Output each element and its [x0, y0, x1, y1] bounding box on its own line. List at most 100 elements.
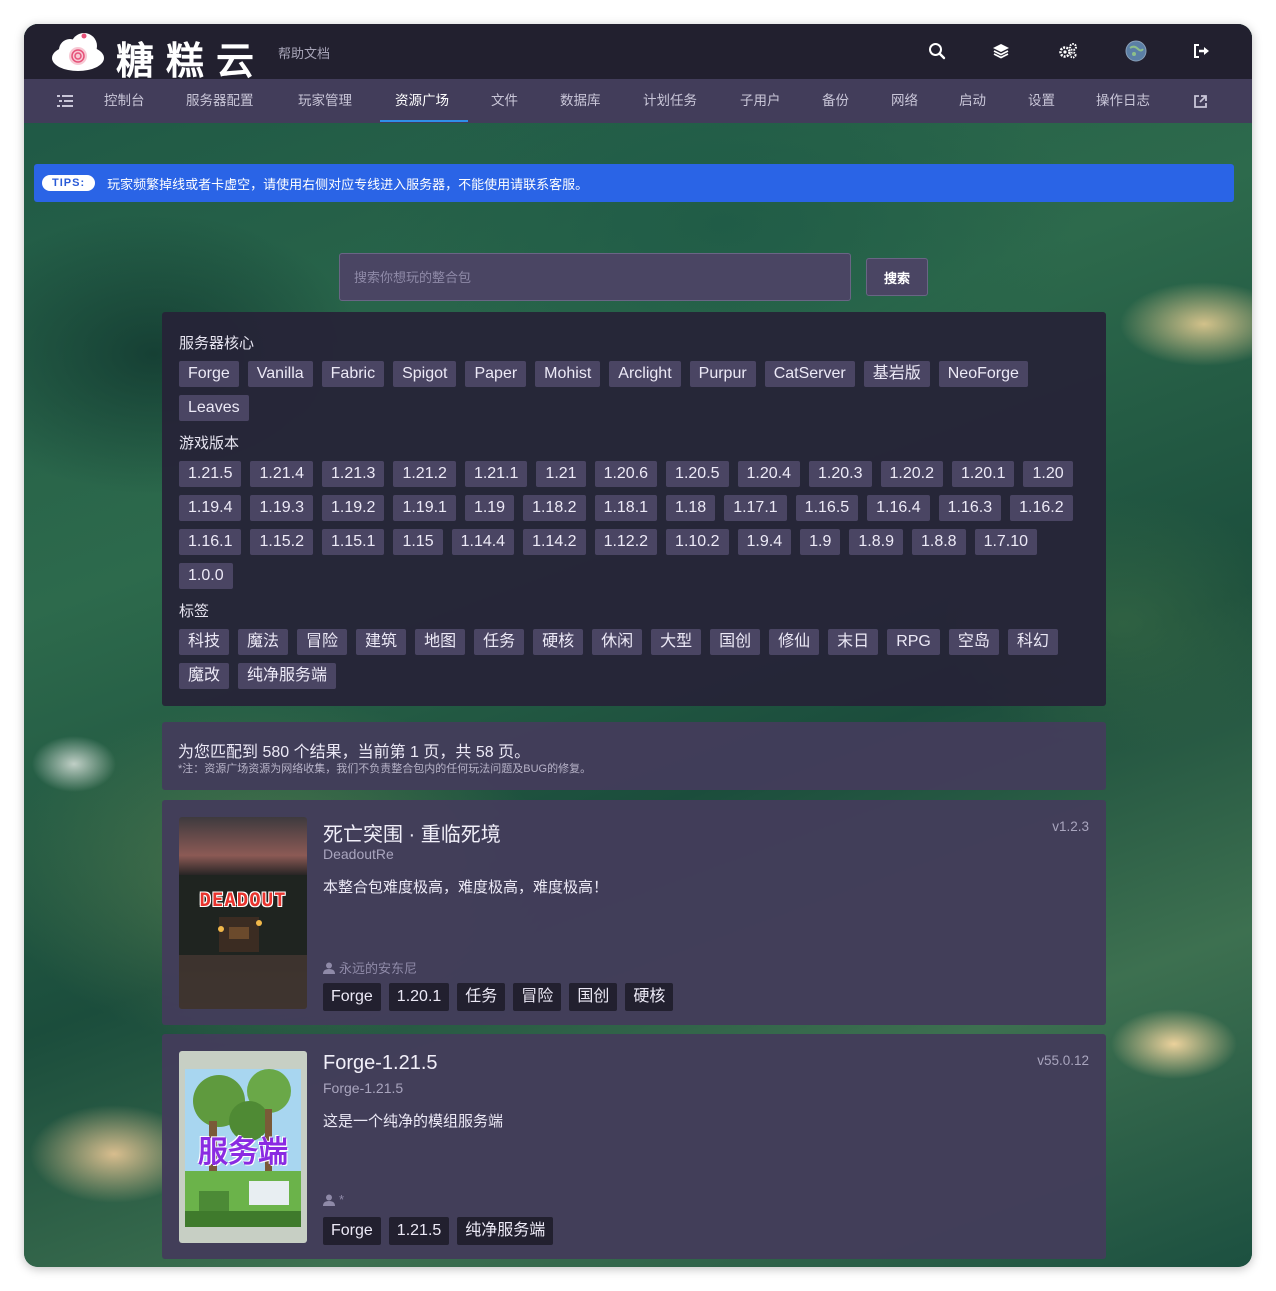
tab-operation-log[interactable]: 操作日志 — [1096, 79, 1150, 123]
tab-sub-users[interactable]: 子用户 — [740, 79, 781, 123]
modpack-tag[interactable]: 1.21.5 — [388, 1217, 450, 1245]
tag-filter-chip[interactable]: 国创 — [710, 629, 761, 655]
version-filter-chip[interactable]: 1.7.10 — [974, 529, 1038, 555]
version-filter-chip[interactable]: 1.21 — [536, 461, 586, 487]
tag-filter-chip[interactable]: 末日 — [828, 629, 879, 655]
tab-files[interactable]: 文件 — [491, 79, 518, 123]
version-filter-chip[interactable]: 1.20 — [1023, 461, 1073, 487]
modpack-tag[interactable]: 任务 — [457, 983, 506, 1011]
tag-filter-chip[interactable]: 纯净服务端 — [238, 663, 337, 689]
version-filter-chip[interactable]: 1.16.1 — [179, 529, 242, 555]
version-filter-chip[interactable]: 1.21.3 — [321, 461, 385, 487]
tag-filter-chip[interactable]: 科技 — [179, 629, 230, 655]
modpack-tag[interactable]: 冒险 — [513, 983, 562, 1011]
user-avatar[interactable] — [1125, 40, 1147, 62]
core-filter-chip[interactable]: Mohist — [535, 361, 601, 387]
version-filter-chip[interactable]: 1.18 — [666, 495, 716, 521]
version-filter-chip[interactable]: 1.19 — [464, 495, 515, 521]
tab-scheduled-tasks[interactable]: 计划任务 — [643, 79, 697, 123]
version-filter-chip[interactable]: 1.18.1 — [594, 495, 658, 521]
core-filter-chip[interactable]: Leaves — [179, 395, 249, 421]
logo-text[interactable]: 糖糕云 — [116, 30, 266, 85]
tag-filter-chip[interactable]: 魔法 — [238, 629, 289, 655]
version-filter-chip[interactable]: 1.15.1 — [321, 529, 385, 555]
tag-filter-chip[interactable]: 地图 — [415, 629, 466, 655]
version-filter-chip[interactable]: 1.21.5 — [179, 461, 242, 487]
tab-server-config[interactable]: 服务器配置 — [186, 79, 254, 123]
core-filter-chip[interactable]: 基岩版 — [863, 361, 930, 387]
menu-toggle-icon[interactable] — [57, 79, 73, 123]
modpack-thumbnail[interactable]: 服务端 — [179, 1051, 307, 1243]
version-filter-chip[interactable]: 1.8.8 — [911, 529, 966, 555]
tag-filter-chip[interactable]: 科幻 — [1007, 629, 1058, 655]
version-filter-chip[interactable]: 1.20.1 — [951, 461, 1015, 487]
tab-settings[interactable]: 设置 — [1028, 79, 1055, 123]
logout-icon[interactable] — [1191, 40, 1213, 62]
version-filter-chip[interactable]: 1.15 — [393, 529, 443, 555]
modpack-tag[interactable]: Forge — [323, 1217, 381, 1245]
version-filter-chip[interactable]: 1.19.4 — [179, 495, 242, 521]
tab-console[interactable]: 控制台 — [104, 79, 145, 123]
tag-filter-chip[interactable]: 魔改 — [179, 663, 230, 689]
tag-filter-chip[interactable]: 建筑 — [356, 629, 407, 655]
version-filter-chip[interactable]: 1.14.2 — [523, 529, 586, 555]
help-docs-link[interactable]: 帮助文档 — [278, 43, 330, 62]
core-filter-chip[interactable]: Forge — [179, 361, 239, 387]
settings-cogs-icon[interactable] — [1057, 40, 1079, 62]
version-filter-chip[interactable]: 1.20.2 — [880, 461, 943, 487]
tag-filter-chip[interactable]: 大型 — [651, 629, 702, 655]
modpack-thumbnail[interactable]: DEADOUT — [179, 817, 307, 1009]
search-icon[interactable] — [926, 40, 948, 62]
version-filter-chip[interactable]: 1.21.1 — [464, 461, 528, 487]
tab-resource-square[interactable]: 资源广场 — [395, 79, 449, 123]
version-filter-chip[interactable]: 1.16.2 — [1010, 495, 1073, 521]
version-filter-chip[interactable]: 1.19.1 — [393, 495, 456, 521]
version-filter-chip[interactable]: 1.18.2 — [523, 495, 586, 521]
tag-filter-chip[interactable]: 冒险 — [297, 629, 348, 655]
version-filter-chip[interactable]: 1.19.3 — [250, 495, 313, 521]
tab-database[interactable]: 数据库 — [560, 79, 601, 123]
version-filter-chip[interactable]: 1.8.9 — [849, 529, 903, 555]
core-filter-chip[interactable]: Purpur — [689, 361, 756, 387]
modpack-card[interactable]: DEADOUT 死亡突围 · 重临死境 DeadoutRe 本整合包难度极高，难… — [162, 800, 1106, 1025]
version-filter-chip[interactable]: 1.15.2 — [250, 529, 313, 555]
version-filter-chip[interactable]: 1.0.0 — [179, 563, 233, 589]
modpack-title[interactable]: Forge-1.21.5 — [323, 1052, 438, 1075]
modpack-tag[interactable]: 国创 — [569, 983, 618, 1011]
version-filter-chip[interactable]: 1.16.5 — [795, 495, 859, 521]
layers-icon[interactable] — [990, 40, 1012, 62]
version-filter-chip[interactable]: 1.17.1 — [724, 495, 787, 521]
modpack-card[interactable]: 服务端 Forge-1.21.5 Forge-1.21.5 这是一个纯净的模组服… — [162, 1034, 1106, 1259]
version-filter-chip[interactable]: 1.9 — [800, 529, 841, 555]
search-button[interactable]: 搜索 — [866, 258, 928, 296]
tag-filter-chip[interactable]: RPG — [887, 629, 940, 655]
core-filter-chip[interactable]: Arclight — [609, 361, 681, 387]
version-filter-chip[interactable]: 1.20.3 — [809, 461, 872, 487]
version-filter-chip[interactable]: 1.20.4 — [737, 461, 801, 487]
tag-filter-chip[interactable]: 修仙 — [769, 629, 820, 655]
version-filter-chip[interactable]: 1.14.4 — [451, 529, 515, 555]
external-link-icon[interactable] — [1193, 79, 1208, 123]
version-filter-chip[interactable]: 1.16.3 — [938, 495, 1002, 521]
tab-backup[interactable]: 备份 — [822, 79, 849, 123]
modpack-tag[interactable]: Forge — [323, 983, 381, 1011]
version-filter-chip[interactable]: 1.19.2 — [321, 495, 385, 521]
core-filter-chip[interactable]: Vanilla — [247, 361, 313, 387]
tag-filter-chip[interactable]: 空岛 — [948, 629, 999, 655]
tab-network[interactable]: 网络 — [891, 79, 918, 123]
tab-startup[interactable]: 启动 — [959, 79, 986, 123]
core-filter-chip[interactable]: CatServer — [764, 361, 855, 387]
core-filter-chip[interactable]: NeoForge — [938, 361, 1028, 387]
search-input[interactable] — [339, 253, 851, 301]
modpack-title[interactable]: 死亡突围 · 重临死境 — [323, 818, 501, 847]
tag-filter-chip[interactable]: 休闲 — [592, 629, 643, 655]
version-filter-chip[interactable]: 1.9.4 — [737, 529, 792, 555]
tag-filter-chip[interactable]: 任务 — [474, 629, 525, 655]
version-filter-chip[interactable]: 1.20.6 — [594, 461, 658, 487]
core-filter-chip[interactable]: Fabric — [321, 361, 385, 387]
version-filter-chip[interactable]: 1.16.4 — [867, 495, 930, 521]
modpack-tag[interactable]: 硬核 — [625, 983, 674, 1011]
tag-filter-chip[interactable]: 硬核 — [533, 629, 584, 655]
version-filter-chip[interactable]: 1.10.2 — [666, 529, 729, 555]
core-filter-chip[interactable]: Paper — [465, 361, 527, 387]
